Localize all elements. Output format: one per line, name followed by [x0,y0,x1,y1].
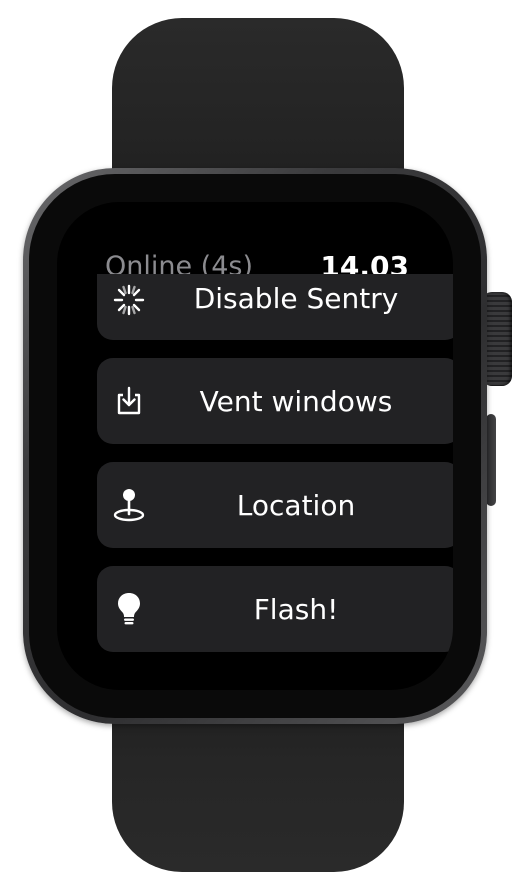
location-label: Location [236,488,356,522]
action-list: Disable Sentry Vent windows Location Fla… [97,274,453,670]
side-button[interactable] [486,414,496,506]
watch-bezel: Online (4s) 14.03 Disable Sentry Vent wi… [29,174,481,718]
watch-case: Online (4s) 14.03 Disable Sentry Vent wi… [23,168,487,724]
flash-label: Flash! [253,592,339,626]
watch-mockup: Online (4s) 14.03 Disable Sentry Vent wi… [0,0,512,890]
download-tray-icon [111,383,147,419]
vent-windows-label: Vent windows [199,384,393,418]
flash-button[interactable]: Flash! [97,566,453,652]
location-button[interactable]: Location [97,462,453,548]
disable-sentry-label: Disable Sentry [193,282,399,315]
map-pin-icon [111,487,147,523]
lightbulb-icon [111,591,147,627]
disable-sentry-button[interactable]: Disable Sentry [97,274,453,340]
vent-windows-button[interactable]: Vent windows [97,358,453,444]
watch-screen: Online (4s) 14.03 Disable Sentry Vent wi… [57,202,453,690]
sentry-burst-icon [111,282,147,318]
